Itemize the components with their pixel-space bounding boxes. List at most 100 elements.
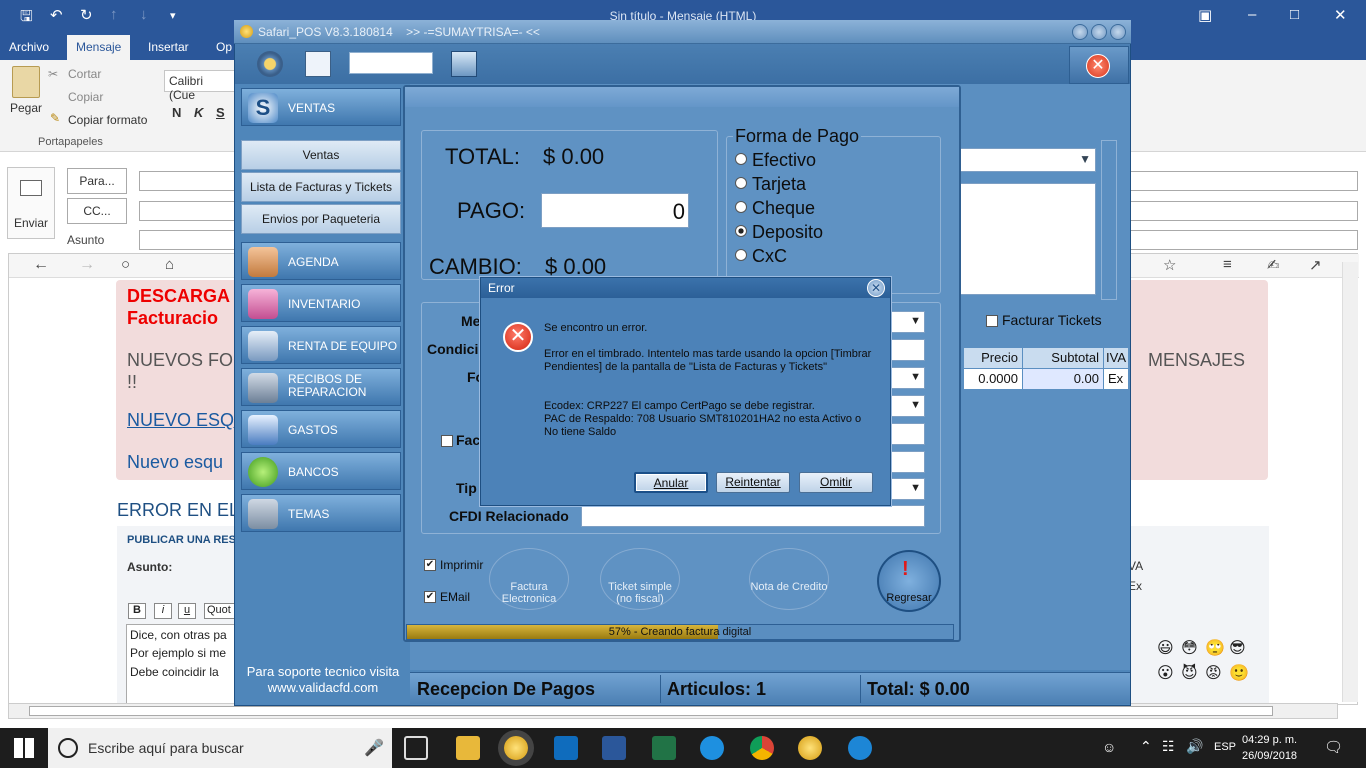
grid-cell-subtotal[interactable]: 0.00 [1023, 369, 1103, 389]
radio-cxc[interactable]: CxC [735, 246, 787, 267]
outlook-taskbar-icon[interactable] [554, 736, 578, 760]
emoji-icon[interactable]: 😳 [1181, 638, 1198, 658]
banner-line[interactable]: Facturacio [127, 308, 218, 329]
metodo-select[interactable]: ▼ [889, 311, 925, 333]
tab-insertar[interactable]: Insertar [148, 40, 189, 54]
error-close-icon[interactable]: ✕ [867, 279, 885, 297]
condiciones-input[interactable] [889, 339, 925, 361]
editor-bold-button[interactable]: B [128, 603, 146, 619]
tab-mensaje[interactable]: Mensaje [67, 35, 131, 60]
forma-select[interactable]: ▼ [889, 367, 925, 389]
gear-icon[interactable] [257, 51, 283, 77]
radio-deposito[interactable]: Deposito [735, 222, 823, 243]
paste-icon[interactable] [12, 66, 40, 98]
sidebar-item-temas[interactable]: TEMAS [241, 494, 401, 532]
maximize-icon[interactable]: □ [1290, 6, 1299, 23]
grid-cell-iva[interactable]: Ex [1104, 369, 1128, 389]
grid-cell-precio[interactable]: 0.0000 [964, 369, 1022, 389]
copy-button[interactable]: Copiar [68, 90, 103, 104]
factura-electronica-button[interactable]: Factura Electronica [489, 548, 569, 610]
bold-button[interactable]: N [172, 105, 181, 120]
close-icon[interactable]: ✕ [1334, 6, 1347, 24]
task-view-icon[interactable] [404, 736, 428, 760]
file-explorer-icon[interactable] [456, 736, 480, 760]
sidebar-item-renta[interactable]: RENTA DE EQUIPO [241, 326, 401, 364]
anular-button[interactable]: Anular [634, 472, 708, 493]
chrome-taskbar-icon[interactable] [750, 736, 774, 760]
cut-button[interactable]: Cortar [68, 67, 101, 81]
vertical-scrollbar[interactable] [1342, 262, 1358, 702]
radio-tarjeta[interactable]: Tarjeta [735, 174, 806, 195]
tipo-select[interactable]: ▼ [889, 478, 925, 500]
banner-line[interactable]: DESCARGA [127, 286, 230, 307]
home-icon[interactable]: ⌂ [165, 256, 174, 273]
uso-select[interactable]: ▼ [889, 395, 925, 417]
volume-icon[interactable]: 🔊 [1186, 738, 1203, 755]
toolbar-input[interactable] [349, 52, 433, 74]
back-icon[interactable]: ← [33, 256, 49, 274]
refresh-icon[interactable]: ○ [121, 256, 130, 273]
emoji-icon[interactable]: 😈 [1181, 663, 1198, 683]
ribbon-options-icon[interactable]: ▣ [1198, 6, 1212, 24]
document-icon[interactable] [305, 51, 331, 77]
forward-icon[interactable]: → [79, 256, 95, 274]
sidebar-item-ventas[interactable]: S VENTAS [241, 88, 401, 126]
tab-opciones[interactable]: Op [216, 40, 232, 54]
grid-header-subtotal[interactable]: Subtotal [1023, 348, 1103, 368]
omitir-button[interactable]: Omitir [799, 472, 873, 493]
field-input-6[interactable] [889, 451, 925, 473]
facturar-tickets-checkbox[interactable] [986, 315, 998, 327]
emoji-icon[interactable]: 😃 [1157, 638, 1174, 658]
emoji-icon[interactable]: 🙄 [1205, 638, 1225, 658]
sidebar-item-gastos[interactable]: GASTOS [241, 410, 401, 448]
taskbar-search[interactable]: Escribe aquí para buscar 🎤 [48, 728, 392, 768]
sidebar-item-recibos[interactable]: RECIBOS DE REPARACION [241, 368, 401, 406]
send-button[interactable]: Enviar [7, 167, 55, 239]
field-input-5[interactable] [889, 423, 925, 445]
banner-link[interactable]: NUEVO ESQ [127, 410, 234, 431]
format-painter-button[interactable]: Copiar formato [68, 113, 147, 127]
pos-minimize-icon[interactable] [1072, 24, 1088, 40]
language-indicator[interactable]: ESP [1214, 741, 1236, 753]
emoji-icon[interactable]: 😮 [1157, 663, 1174, 683]
word-taskbar-icon[interactable] [602, 736, 626, 760]
sidebar-item-agenda[interactable]: AGENDA [241, 242, 401, 280]
emoji-icon[interactable]: 😡 [1205, 663, 1222, 683]
people-icon[interactable]: ☺ [1102, 739, 1116, 755]
imprimir-checkbox[interactable]: ✔ [424, 559, 436, 571]
editor-quote-button[interactable]: Quot [204, 603, 238, 619]
tab-archivo[interactable]: Archivo [9, 40, 49, 54]
clock[interactable]: 04:29 p. m. 26/09/2018 [1242, 732, 1297, 764]
pos-close-icon[interactable] [1110, 24, 1126, 40]
cfdi-input[interactable] [581, 505, 925, 527]
favorite-icon[interactable]: ☆ [1163, 256, 1176, 274]
editor-underline-button[interactable]: u [178, 603, 196, 619]
microphone-icon[interactable]: 🎤 [364, 738, 384, 758]
tray-chevron-icon[interactable]: ⌃ [1140, 738, 1152, 755]
emoji-icon[interactable]: 🙂 [1229, 663, 1249, 683]
radio-cheque[interactable]: Cheque [735, 198, 815, 219]
sidebar-sub-envios[interactable]: Envios por Paqueteria [241, 204, 401, 234]
coin-app-taskbar-icon[interactable] [798, 736, 822, 760]
email-checkbox[interactable]: ✔ [424, 591, 436, 603]
underline-button[interactable]: S [216, 105, 225, 120]
share-icon[interactable]: ↗ [1309, 256, 1322, 274]
notifications-icon[interactable]: 🗨 [1324, 738, 1343, 756]
minimize-icon[interactable]: – [1248, 6, 1256, 23]
editor-area[interactable]: Dice, con otras pa Por ejemplo si me Deb… [126, 624, 246, 704]
factura-checkbox[interactable] [441, 435, 453, 447]
sidebar-sub-ventas[interactable]: Ventas [241, 140, 401, 170]
sidebar-item-bancos[interactable]: BANCOS [241, 452, 401, 490]
edge-taskbar-icon[interactable] [848, 736, 872, 760]
reintentar-button[interactable]: Reintentar [716, 472, 790, 493]
pago-input[interactable]: 0 [541, 193, 689, 228]
excel-taskbar-icon[interactable] [652, 736, 676, 760]
pos-maximize-icon[interactable] [1091, 24, 1107, 40]
sidebar-item-inventario[interactable]: INVENTARIO [241, 284, 401, 322]
network-icon[interactable]: ☷ [1162, 738, 1175, 755]
sidebar-sub-lista-facturas[interactable]: Lista de Facturas y Tickets [241, 172, 401, 202]
italic-button[interactable]: K [194, 105, 203, 120]
grid-header-precio[interactable]: Precio [964, 348, 1022, 368]
grid-header-iva[interactable]: IVA [1104, 348, 1128, 368]
reading-list-icon[interactable]: ≡ [1223, 256, 1232, 273]
